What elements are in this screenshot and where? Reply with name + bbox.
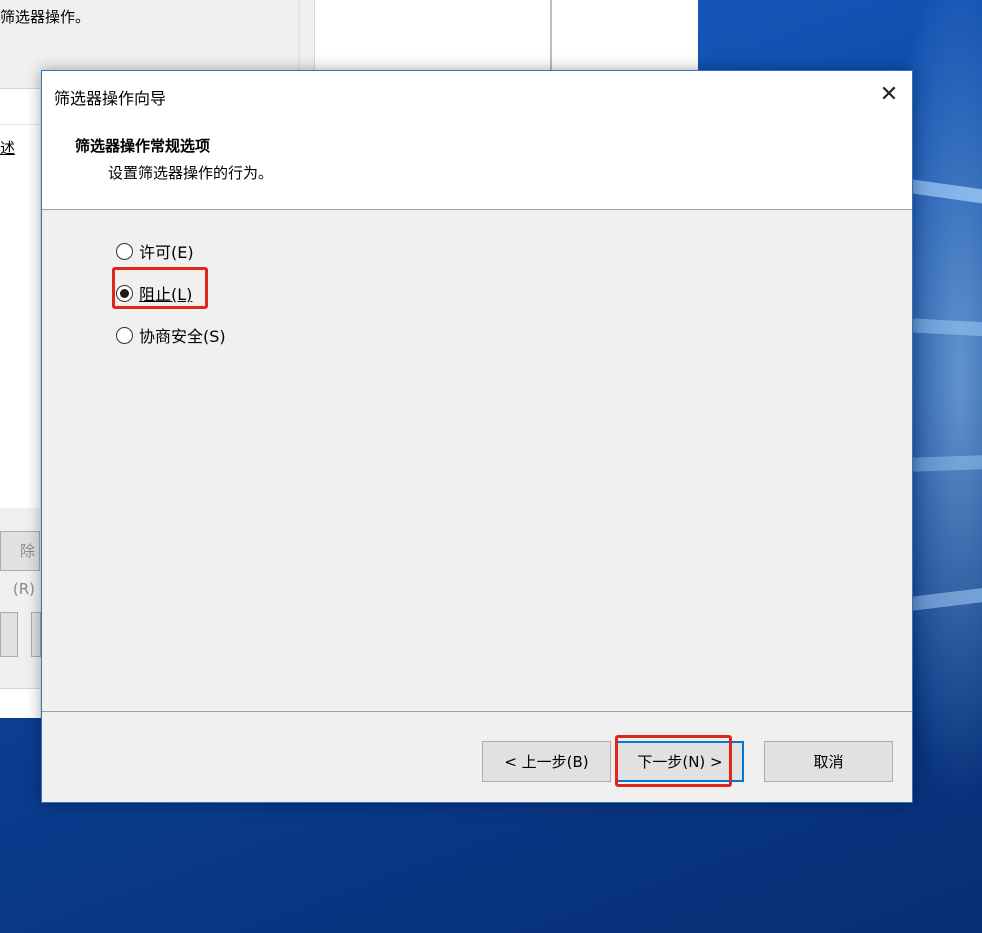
radio-block-label: 阻止(L) <box>139 285 193 304</box>
close-icon[interactable]: ✕ <box>866 71 912 117</box>
parent-button[interactable] <box>31 612 41 657</box>
dialog-titlebar: 筛选器操作向导 ✕ <box>42 71 912 123</box>
parent-divider <box>298 0 300 70</box>
wizard-header-title: 筛选器操作常规选项 <box>75 137 211 155</box>
footer-separator <box>42 711 912 712</box>
radio-block[interactable]: 阻止(L) <box>116 281 192 305</box>
next-button[interactable]: 下一步(N) > <box>616 741 744 782</box>
parent-remove-button[interactable]: 除(R) <box>0 531 40 598</box>
radio-negotiate-security-label: 协商安全(S) <box>139 327 226 346</box>
dialog-title: 筛选器操作向导 <box>54 89 167 108</box>
radio-negotiate-security[interactable]: 协商安全(S) <box>116 323 226 347</box>
radio-permit-button[interactable] <box>116 242 133 260</box>
parent-description-text: 筛选器操作。 <box>0 8 91 26</box>
cancel-button[interactable]: 取消 <box>764 741 893 782</box>
filter-action-wizard-dialog: 筛选器操作向导 ✕ 筛选器操作常规选项 设置筛选器操作的行为。 许可(E) 阻止… <box>41 70 913 803</box>
parent-button[interactable] <box>0 612 18 657</box>
parent-filter-list: 述 <box>0 88 40 508</box>
parent-list-pane <box>314 0 698 70</box>
wizard-header: 筛选器操作常规选项 设置筛选器操作的行为。 <box>42 123 912 210</box>
wizard-header-subtitle: 设置筛选器操作的行为。 <box>108 164 274 182</box>
radio-block-button[interactable] <box>116 284 133 302</box>
radio-permit[interactable]: 许可(E) <box>116 239 194 263</box>
parent-list-header <box>0 89 40 125</box>
parent-list-column-label: 述 <box>0 139 16 157</box>
parent-column-split <box>550 0 552 70</box>
parent-bottom-area <box>0 688 40 718</box>
back-button[interactable]: < 上一步(B) <box>482 741 611 782</box>
radio-permit-label: 许可(E) <box>139 243 194 262</box>
radio-negotiate-security-button[interactable] <box>116 326 133 344</box>
